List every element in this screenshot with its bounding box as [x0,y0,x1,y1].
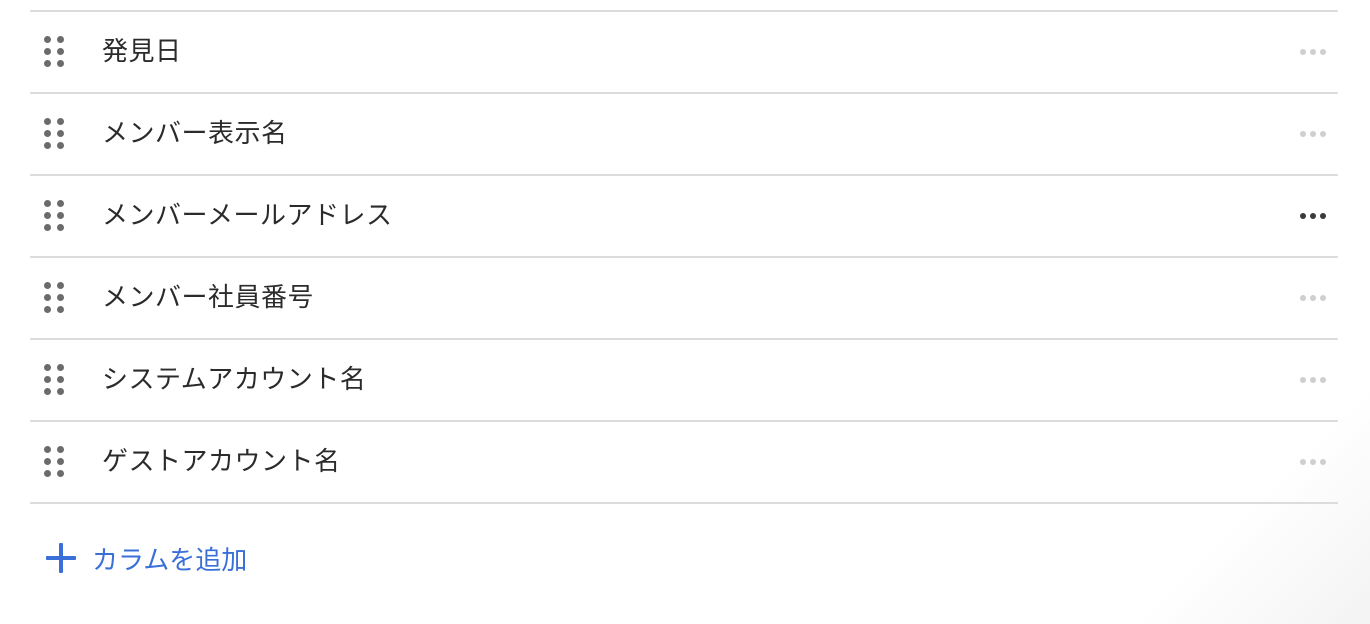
more-options-icon[interactable] [1298,452,1328,472]
more-options-icon[interactable] [1298,124,1328,144]
column-label: メンバー表示名 [102,119,288,149]
plus-icon [46,543,76,573]
column-label: ゲストアカウント名 [102,447,341,477]
add-column-label: カラムを追加 [92,545,248,576]
drag-handle-icon[interactable] [44,200,66,232]
add-column-button[interactable]: カラムを追加 [46,535,247,581]
column-row-guest-account-name[interactable]: ゲストアカウント名 [30,422,1338,504]
drag-handle-icon[interactable] [44,36,66,68]
column-row-discovery-date[interactable]: 発見日 [30,12,1338,94]
column-settings-panel: 発見日 メンバー表示名 メンバーメールアドレス メンバー社員番号 システムアカウ… [0,0,1370,624]
column-label: 発見日 [102,37,182,67]
drag-handle-icon[interactable] [44,446,66,478]
column-label: メンバー社員番号 [102,283,315,313]
more-options-icon[interactable] [1298,370,1328,390]
column-row-system-account-name[interactable]: システムアカウント名 [30,340,1338,422]
column-label: システムアカウント名 [102,365,367,395]
column-row-member-employee-number[interactable]: メンバー社員番号 [30,258,1338,340]
column-list: 発見日 メンバー表示名 メンバーメールアドレス メンバー社員番号 システムアカウ… [30,10,1338,504]
more-options-icon[interactable] [1298,288,1328,308]
column-label: メンバーメールアドレス [102,201,393,231]
drag-handle-icon[interactable] [44,364,66,396]
column-row-member-display-name[interactable]: メンバー表示名 [30,94,1338,176]
more-options-icon[interactable] [1298,42,1328,62]
more-options-icon[interactable] [1298,206,1328,226]
column-row-member-email[interactable]: メンバーメールアドレス [30,176,1338,258]
drag-handle-icon[interactable] [44,282,66,314]
drag-handle-icon[interactable] [44,118,66,150]
